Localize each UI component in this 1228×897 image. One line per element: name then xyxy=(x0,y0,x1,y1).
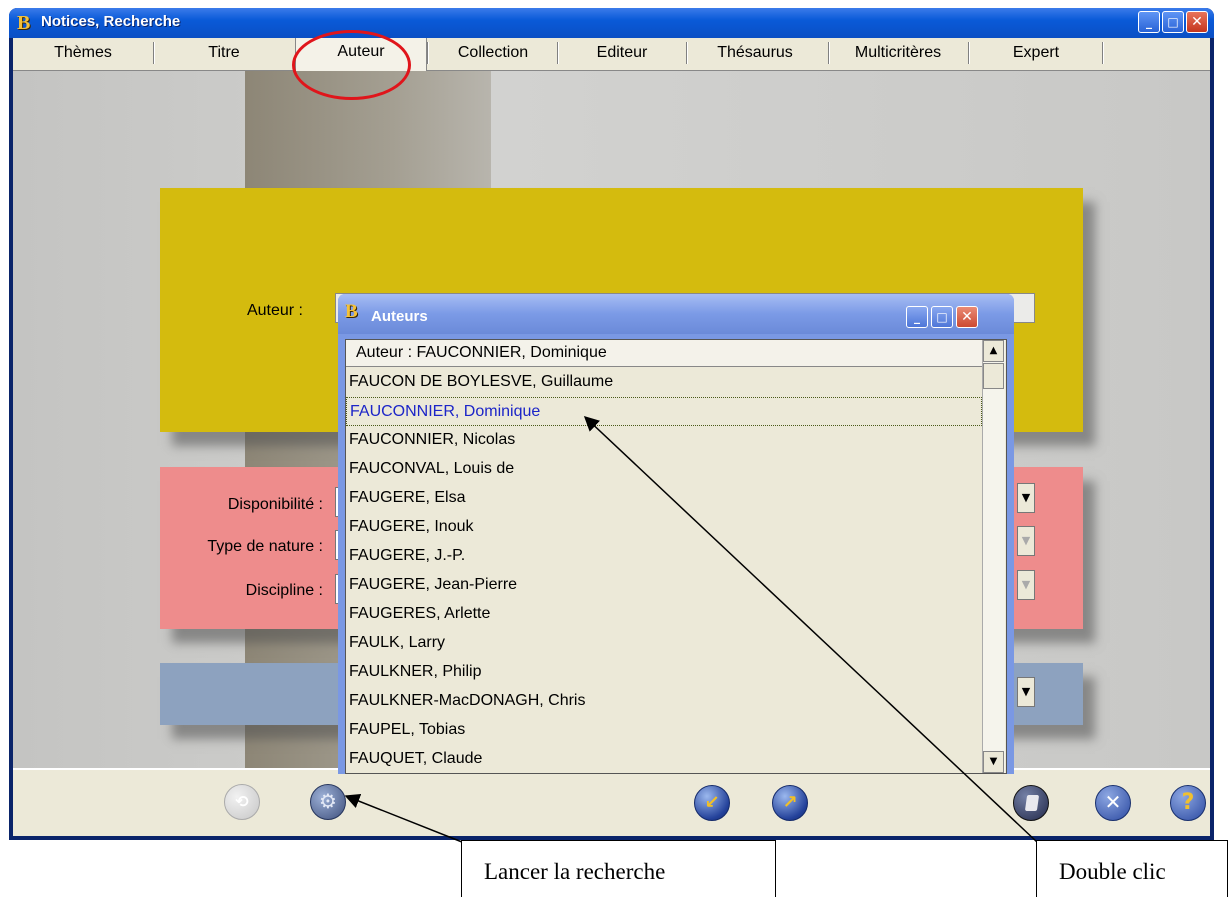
double-click-arrow xyxy=(583,415,1038,843)
annotation-arrows xyxy=(344,415,1038,843)
double-click-callout: Double clic xyxy=(1036,840,1228,897)
launch-arrow xyxy=(344,794,463,843)
launch-callout: Lancer la recherche xyxy=(461,840,776,897)
